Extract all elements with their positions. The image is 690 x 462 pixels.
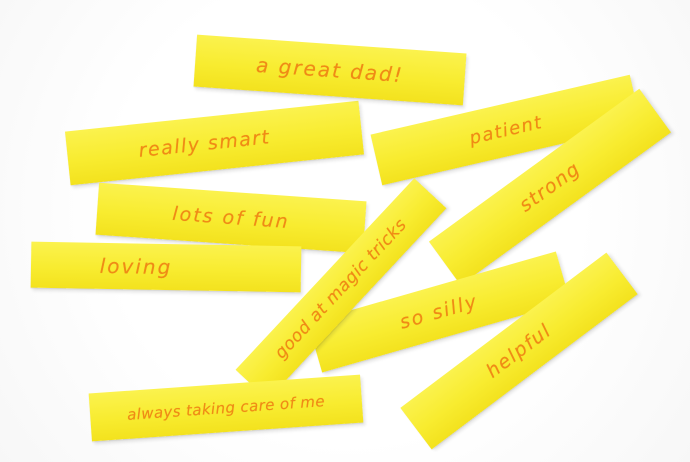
paper-strip: always taking care of me <box>88 374 364 442</box>
photo-scene: really smart a great dad! lots of fun lo… <box>0 0 690 462</box>
strip-text: a great dad! <box>255 52 405 88</box>
strip-text: strong <box>515 157 585 217</box>
strip-text: helpful <box>482 319 556 383</box>
paper-strip: really smart <box>64 100 365 186</box>
strip-text: patient <box>467 111 545 149</box>
strip-text: really smart <box>137 126 272 162</box>
paper-strip: a great dad! <box>193 34 467 106</box>
strip-text: lots of fun <box>171 202 291 234</box>
strip-text: always taking care of me <box>126 392 326 424</box>
strip-text: so silly <box>397 290 481 334</box>
strip-text: loving <box>99 253 173 280</box>
paper-strip: loving <box>30 241 302 293</box>
